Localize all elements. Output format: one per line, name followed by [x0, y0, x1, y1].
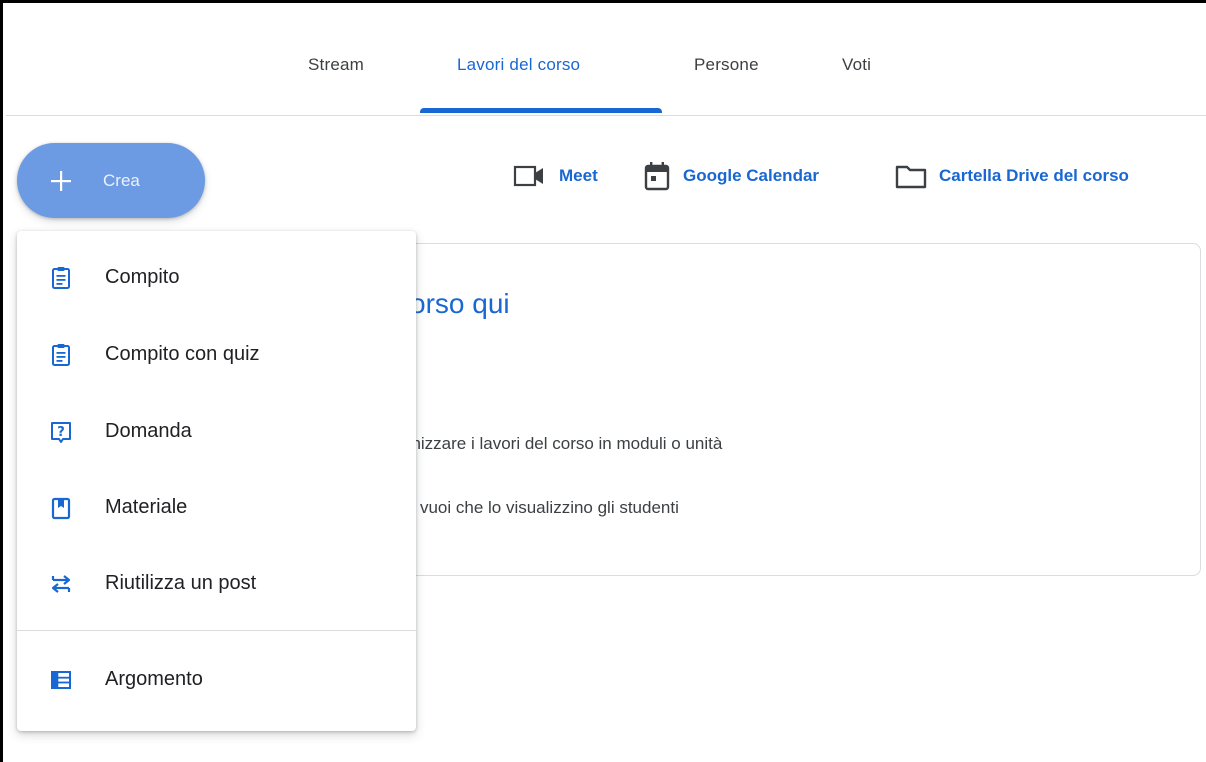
menu-item-label: Compito [105, 266, 180, 288]
card-line-1: anizzare i lavori del corso in moduli o … [402, 434, 723, 453]
plus-icon [51, 171, 71, 191]
menu-item-label: Argomento [105, 668, 203, 690]
menu-item-riutilizza-un-post[interactable]: Riutilizza un post [17, 553, 416, 615]
question-icon: ? [51, 422, 71, 443]
create-button[interactable]: Crea [17, 143, 205, 218]
svg-text:?: ? [57, 425, 65, 440]
meet-link-label: Meet [559, 166, 598, 185]
card-heading: orso qui [410, 288, 510, 319]
drive-folder-link-label: Cartella Drive del corso [939, 166, 1129, 185]
create-menu: Compito Compito con quiz ? Domanda Mater… [17, 231, 416, 731]
app-window: Stream Lavori del corso Persone Voti Cre… [0, 0, 1206, 762]
tab-voti[interactable]: Voti [842, 55, 871, 75]
tab-persone[interactable]: Persone [694, 55, 759, 75]
create-button-label: Crea [103, 171, 140, 190]
menu-item-materiale[interactable]: Materiale [17, 477, 416, 539]
tab-lavori-del-corso[interactable]: Lavori del corso [457, 55, 580, 75]
menu-item-label: Domanda [105, 420, 192, 442]
repost-icon [51, 575, 71, 593]
calendar-icon [644, 162, 670, 191]
menu-divider [17, 630, 416, 631]
topic-icon [51, 671, 71, 689]
google-calendar-link-label: Google Calendar [683, 166, 820, 185]
menu-item-label: Materiale [105, 496, 188, 518]
drive-folder-link[interactable]: Cartella Drive del corso [895, 161, 1129, 191]
menu-item-argomento[interactable]: Argomento [17, 649, 416, 711]
card-line-2: ui vuoi che lo visualizzino gli studenti [402, 498, 679, 517]
google-calendar-link[interactable]: Google Calendar [643, 161, 819, 191]
active-tab-indicator [420, 108, 662, 113]
folder-icon [895, 165, 927, 189]
video-camera-icon [513, 165, 543, 187]
menu-item-compito[interactable]: Compito [17, 247, 416, 309]
menu-item-label: Riutilizza un post [105, 572, 257, 594]
quiz-assignment-icon [52, 344, 70, 366]
tab-stream[interactable]: Stream [308, 55, 364, 75]
material-icon [51, 497, 71, 520]
menu-item-domanda[interactable]: ? Domanda [17, 401, 416, 463]
course-work-info-card: orso qui anizzare i lavori del corso in … [343, 243, 1201, 576]
assignment-icon [52, 267, 70, 289]
menu-item-label: Compito con quiz [105, 343, 260, 365]
meet-link[interactable]: Meet [513, 161, 598, 191]
menu-item-compito-con-quiz[interactable]: Compito con quiz [17, 324, 416, 386]
tab-bar: Stream Lavori del corso Persone Voti [6, 3, 1206, 116]
